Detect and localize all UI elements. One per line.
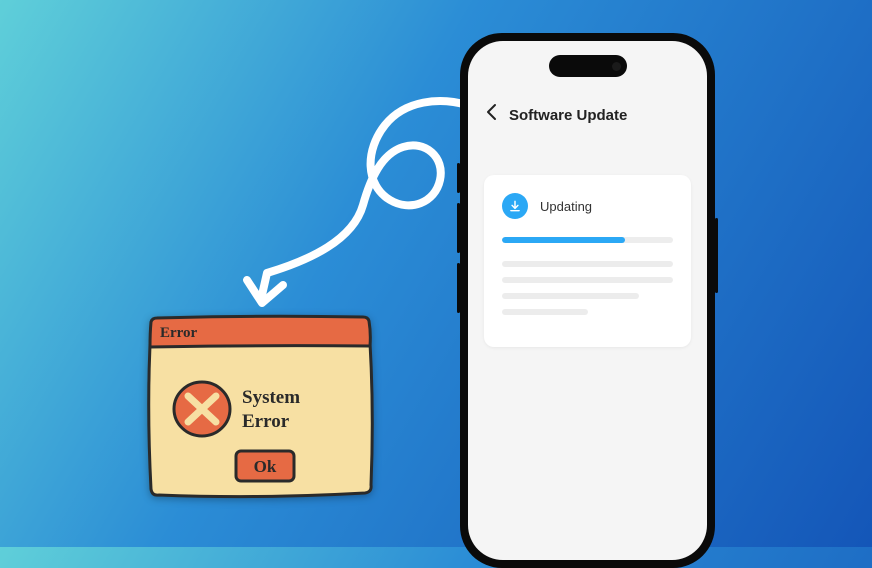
camera-dot [612, 62, 621, 71]
phone-notch [549, 55, 627, 77]
phone-volume-down [457, 263, 460, 313]
dialog-message-line1: System [242, 387, 300, 408]
dialog-titlebar: Error [160, 325, 198, 341]
progress-bar [502, 237, 625, 243]
placeholder-line [502, 293, 639, 299]
progress-track [502, 237, 673, 243]
error-dialog: Error System Error Ok [144, 313, 377, 501]
phone-volume-up [457, 203, 460, 253]
ok-button-label: Ok [254, 457, 277, 476]
update-card: Updating [484, 175, 691, 347]
dialog-message-line2: Error [242, 411, 290, 432]
arrow-illustration [225, 85, 475, 325]
error-x-icon [174, 382, 230, 436]
placeholder-line [502, 309, 588, 315]
screen-title: Software Update [509, 107, 627, 124]
card-header: Updating [502, 193, 673, 219]
placeholder-line [502, 261, 673, 267]
ok-button[interactable]: Ok [236, 451, 294, 481]
download-icon [502, 193, 528, 219]
phone-screen: Software Update Updating [468, 41, 707, 560]
phone-mockup: Software Update Updating [460, 33, 715, 568]
placeholder-line [502, 277, 673, 283]
screen-header: Software Update [468, 103, 707, 127]
phone-side-button [457, 163, 460, 193]
back-icon[interactable] [486, 103, 497, 127]
card-title: Updating [540, 199, 592, 214]
phone-power-button [715, 218, 718, 293]
